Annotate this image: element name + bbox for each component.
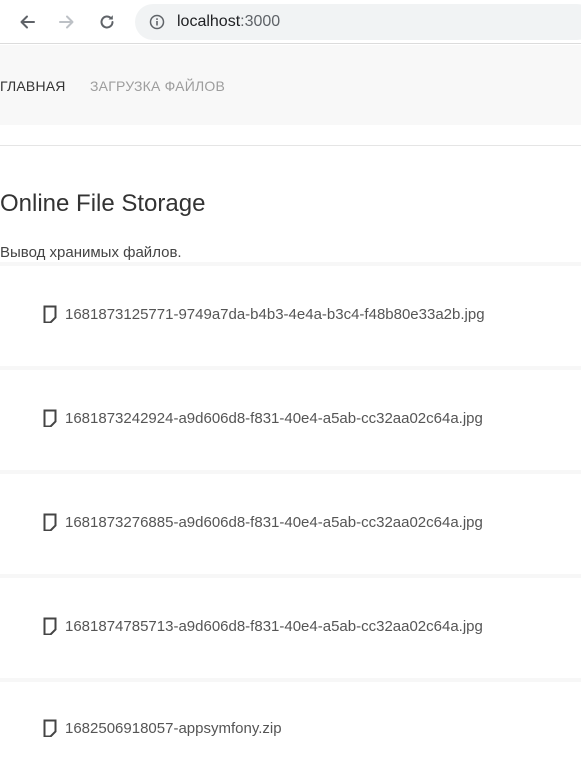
page-subtitle: Вывод хранимых файлов. xyxy=(0,244,182,261)
page-title: Online File Storage xyxy=(0,190,206,217)
arrow-right-icon xyxy=(59,15,74,29)
reload-button[interactable] xyxy=(91,6,123,38)
site-info-icon[interactable] xyxy=(149,14,165,30)
file-link[interactable]: 1682506918057-appsymfony.zip xyxy=(65,720,282,737)
file-icon xyxy=(43,305,57,323)
list-item: 1681874785713-a9d606d8-f831-40e4-a5ab-cc… xyxy=(0,574,581,674)
back-button[interactable] xyxy=(11,6,43,38)
site-navbar: ГЛАВНАЯ ЗАГРУЗКА ФАЙЛОВ xyxy=(0,45,581,125)
list-item: 1681873125771-9749a7da-b4b3-4e4a-b3c4-f4… xyxy=(0,262,581,362)
file-link[interactable]: 1681873125771-9749a7da-b4b3-4e4a-b3c4-f4… xyxy=(65,306,485,323)
address-bar[interactable]: localhost:3000 xyxy=(135,4,581,40)
nav-upload-link[interactable]: ЗАГРУЗКА ФАЙЛОВ xyxy=(90,78,225,94)
reload-icon xyxy=(100,15,114,29)
forward-button[interactable] xyxy=(51,6,83,38)
list-item: 1681873276885-a9d606d8-f831-40e4-a5ab-cc… xyxy=(0,470,581,570)
file-icon xyxy=(43,513,57,531)
url-text: localhost:3000 xyxy=(177,13,280,31)
nav-home-link[interactable]: ГЛАВНАЯ xyxy=(0,78,66,94)
file-link[interactable]: 1681873276885-a9d606d8-f831-40e4-a5ab-cc… xyxy=(65,514,483,531)
divider xyxy=(0,145,581,146)
list-item: 1682506918057-appsymfony.zip xyxy=(0,678,581,774)
file-link[interactable]: 1681874785713-a9d606d8-f831-40e4-a5ab-cc… xyxy=(65,618,483,635)
url-port: :3000 xyxy=(240,13,281,30)
file-icon xyxy=(43,617,57,635)
file-icon xyxy=(43,719,57,737)
file-link[interactable]: 1681873242924-a9d606d8-f831-40e4-a5ab-cc… xyxy=(65,410,483,427)
list-item: 1681873242924-a9d606d8-f831-40e4-a5ab-cc… xyxy=(0,366,581,466)
arrow-left-icon xyxy=(20,15,35,29)
url-host: localhost xyxy=(177,13,241,30)
file-icon xyxy=(43,409,57,427)
browser-toolbar: localhost:3000 xyxy=(0,0,581,44)
